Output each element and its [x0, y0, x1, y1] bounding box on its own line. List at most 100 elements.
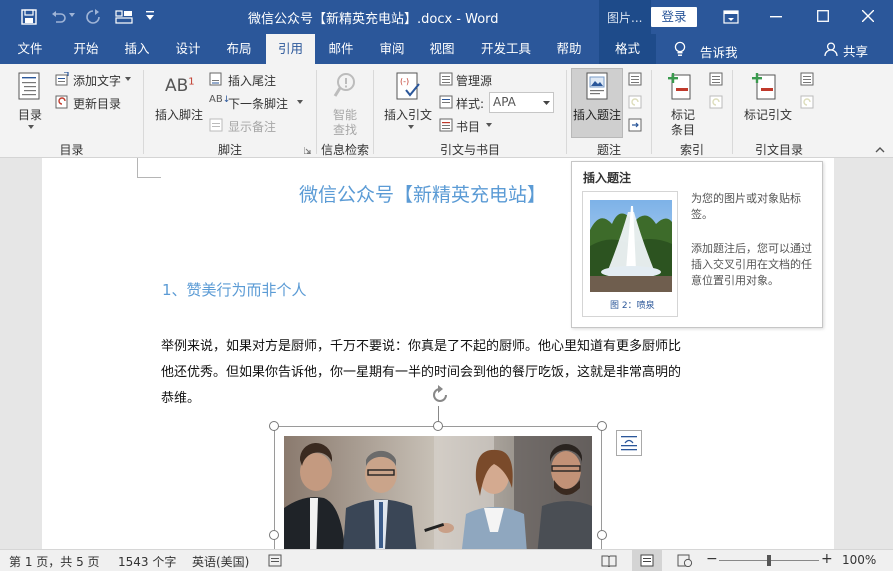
bibliography-icon[interactable] [439, 118, 453, 132]
print-layout-button[interactable] [632, 550, 662, 571]
add-text-icon[interactable] [55, 72, 69, 86]
mark-citation-button[interactable]: 标记引文 [744, 106, 792, 123]
zoom-out-button[interactable]: − [706, 551, 718, 567]
toc-icon[interactable] [18, 72, 40, 100]
citation-style-select[interactable]: APA [489, 92, 554, 113]
insert-caption-button[interactable]: 插入题注 [571, 68, 623, 138]
mark-entry-icon[interactable] [668, 72, 692, 100]
status-bar: 第 1 页，共 5 页 1543 个字 英语(美国) − + 100% [0, 549, 893, 571]
toc-button-label[interactable]: 目录 [18, 106, 42, 123]
tab-layout[interactable]: 布局 [215, 34, 263, 64]
resize-handle[interactable] [269, 530, 279, 540]
next-footnote-dropdown-icon[interactable] [297, 100, 303, 104]
share-person-icon[interactable] [824, 42, 838, 56]
page-count[interactable]: 第 1 页，共 5 页 [9, 553, 100, 570]
minimize-icon[interactable] [770, 16, 782, 18]
web-layout-icon[interactable] [677, 554, 693, 567]
customize-toolbar-icon[interactable] [146, 11, 154, 21]
footnote-dialog-launcher-icon[interactable] [304, 147, 311, 154]
tab-developer[interactable]: 开发工具 [474, 34, 538, 64]
show-notes-button: 显示备注 [228, 120, 277, 134]
tell-me-box[interactable]: 告诉我 [700, 42, 738, 61]
tab-help[interactable]: 帮助 [545, 34, 593, 64]
insert-table-of-figures-icon[interactable] [628, 72, 642, 86]
insert-citation-dropdown-icon[interactable] [408, 125, 414, 129]
zoom-in-button[interactable]: + [821, 551, 833, 567]
add-text-button[interactable]: 添加文字 [73, 72, 121, 89]
undo-dropdown-icon[interactable] [69, 13, 75, 17]
insert-caption-label: 插入题注 [573, 108, 622, 122]
svg-text:(-): (-) [400, 77, 409, 86]
redo-icon[interactable] [85, 9, 101, 25]
insert-endnote-icon[interactable] [209, 72, 224, 86]
accessibility-icon[interactable] [268, 554, 282, 567]
collapse-ribbon-icon[interactable] [875, 146, 885, 153]
bibliography-dropdown-icon[interactable] [486, 123, 492, 127]
footnote-ab-icon[interactable]: AB1 [165, 76, 195, 96]
tab-review[interactable]: 审阅 [368, 34, 416, 64]
group-toc-label: 目录 [59, 143, 84, 157]
zoom-percentage[interactable]: 100% [842, 553, 876, 567]
tab-home[interactable]: 开始 [62, 34, 110, 64]
tab-design[interactable]: 设计 [164, 34, 212, 64]
update-toc-button[interactable]: 更新目录 [73, 95, 121, 112]
language-indicator[interactable]: 英语(美国) [192, 553, 249, 570]
tab-references[interactable]: 引用 [266, 34, 315, 64]
tab-view[interactable]: 视图 [418, 34, 466, 64]
insert-index-icon[interactable] [709, 72, 723, 86]
insert-footnote-button[interactable]: 插入脚注 [155, 106, 203, 123]
mark-entry-label-2[interactable]: 条目 [671, 121, 695, 138]
group-footnote-label: 脚注 [217, 143, 242, 157]
rotate-handle-icon[interactable] [429, 384, 451, 406]
login-button[interactable]: 登录 [651, 7, 697, 27]
resize-handle[interactable] [597, 530, 607, 540]
cross-reference-icon[interactable] [628, 118, 642, 132]
insert-endnote-button[interactable]: 插入尾注 [228, 72, 276, 89]
zoom-slider-thumb[interactable] [767, 555, 771, 566]
update-table-icon [628, 95, 642, 109]
resize-handle[interactable] [433, 421, 443, 431]
update-index-icon [709, 95, 723, 109]
manage-sources-button[interactable]: 管理源 [456, 72, 492, 89]
tab-insert[interactable]: 插入 [113, 34, 161, 64]
toc-dropdown-icon[interactable] [28, 125, 34, 129]
bibliography-button[interactable]: 书目 [456, 118, 480, 135]
add-text-dropdown-icon[interactable] [125, 77, 131, 81]
update-toa-icon [800, 95, 814, 109]
tooltip-preview: 图 2：喷泉 [582, 191, 678, 317]
layout-options-button[interactable] [616, 430, 642, 456]
margin-marker [137, 158, 138, 177]
ribbon-display-options-icon[interactable] [723, 10, 739, 24]
resize-handle[interactable] [269, 421, 279, 431]
close-icon[interactable] [862, 10, 874, 22]
update-toc-icon[interactable] [55, 95, 69, 109]
insert-toa-icon[interactable] [800, 72, 814, 86]
insert-citation-button[interactable]: 插入引文 [384, 106, 432, 123]
selected-image-frame[interactable] [269, 385, 607, 549]
group-captions-label: 题注 [596, 143, 621, 157]
margin-marker [137, 177, 161, 178]
mark-citation-icon[interactable] [752, 72, 778, 100]
manage-sources-icon[interactable] [439, 72, 453, 86]
smart-lookup-icon [333, 73, 355, 97]
tooltip-description-2: 添加题注后，您可以通过插入交叉引用在文档的任意位置引用对象。 [691, 242, 812, 287]
group-toa-label: 引文目录 [754, 143, 803, 157]
tab-picture-format[interactable]: 格式 [599, 34, 656, 64]
business-meeting-photo [284, 436, 592, 549]
save-icon[interactable] [21, 9, 37, 25]
touch-mode-icon[interactable] [115, 10, 133, 24]
maximize-icon[interactable] [817, 10, 829, 22]
citation-style-value: APA [493, 95, 516, 109]
share-button[interactable]: 共享 [843, 41, 868, 60]
next-footnote-button[interactable]: 下一条脚注 [228, 95, 288, 112]
word-count[interactable]: 1543 个字 [118, 553, 176, 570]
tab-file[interactable]: 文件 [6, 34, 54, 64]
chevron-down-icon[interactable] [543, 101, 550, 105]
undo-icon[interactable] [50, 9, 68, 25]
insert-citation-icon[interactable]: (-) [396, 72, 422, 100]
read-mode-icon[interactable] [601, 554, 617, 567]
layout-options-icon [621, 436, 637, 451]
title-bar: 微信公众号【新精英充电站】.docx - Word 图片... 登录 [0, 0, 893, 34]
tab-mailings[interactable]: 邮件 [317, 34, 365, 64]
resize-handle[interactable] [597, 421, 607, 431]
